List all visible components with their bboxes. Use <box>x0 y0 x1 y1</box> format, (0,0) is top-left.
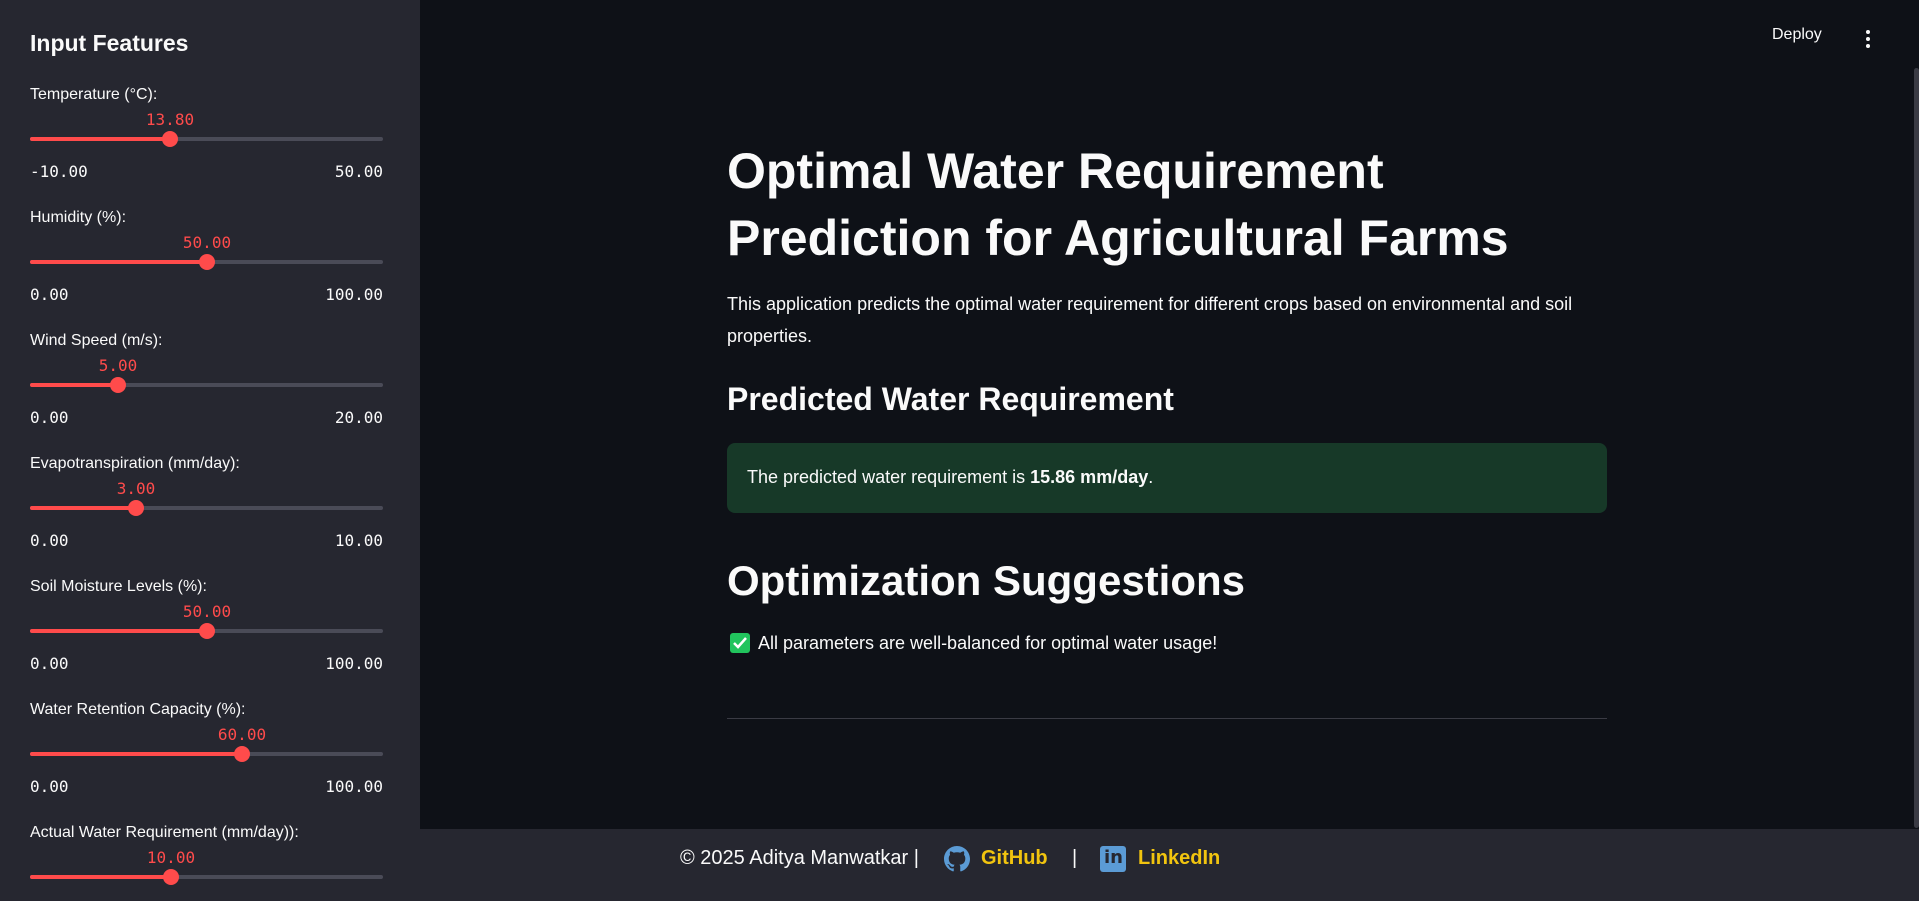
check-icon <box>730 633 750 653</box>
slider-label: Evapotranspiration (mm/day): <box>30 455 240 472</box>
slider-max: 10.00 <box>334 531 383 550</box>
slider-thumb[interactable] <box>163 869 179 885</box>
slider-6: Actual Water Requirement (mm/day)): 10.00 <box>30 824 383 901</box>
github-link[interactable]: GitHub <box>981 847 1048 870</box>
slider-value: 50.00 <box>182 602 232 621</box>
slider-fill <box>30 383 118 387</box>
slider-label: Humidity (%): <box>30 209 127 226</box>
linkedin-icon[interactable]: in <box>1100 846 1126 872</box>
suggestion-text: All parameters are well-balanced for opt… <box>758 633 1218 653</box>
prediction-header: Predicted Water Requirement <box>727 381 1174 417</box>
slider-label: Temperature (°C): <box>30 86 158 103</box>
prediction-suffix: . <box>1148 467 1154 487</box>
slider-fill <box>30 875 171 879</box>
scrollbar[interactable] <box>1914 68 1919 828</box>
footer-copyright: © 2025 Aditya Manwatkar | <box>680 847 919 869</box>
slider-fill <box>30 506 136 510</box>
sidebar: Input Features Temperature (°C): 13.80 -10… <box>0 0 420 901</box>
slider-label: Soil Moisture Levels (%): <box>30 578 207 595</box>
slider-min: 0.00 <box>30 285 69 304</box>
sidebar-title: Input Features <box>30 30 189 56</box>
slider-value: 50.00 <box>182 233 232 252</box>
prediction-value: 15.86 mm/day <box>1030 467 1149 487</box>
slider-label: Wind Speed (m/s): <box>30 332 163 349</box>
slider-min: 0.00 <box>30 777 69 796</box>
app-description: This application predicts the optimal wa… <box>727 294 1573 346</box>
slider-track[interactable] <box>30 869 383 885</box>
slider-track[interactable] <box>30 623 383 639</box>
slider-fill <box>30 260 207 264</box>
linkedin-link[interactable]: LinkedIn <box>1138 847 1220 870</box>
slider-label: Water Retention Capacity (%): <box>30 701 246 718</box>
slider-thumb[interactable] <box>162 131 178 147</box>
slider-4: Soil Moisture Levels (%): 50.00 0.00 100.00 <box>30 578 383 688</box>
slider-fill <box>30 137 170 141</box>
slider-1: Humidity (%): 50.00 0.00 100.00 <box>30 209 383 319</box>
slider-max: 20.00 <box>334 408 383 427</box>
slider-thumb[interactable] <box>128 500 144 516</box>
slider-track[interactable] <box>30 377 383 393</box>
slider-3: Evapotranspiration (mm/day): 3.00 0.00 10.0… <box>30 455 383 565</box>
prediction-result-text: The predicted water requirement is 15.86… <box>747 467 1153 488</box>
slider-min: 0.00 <box>30 654 69 673</box>
footer-separator: | <box>1072 847 1078 869</box>
slider-value: 10.00 <box>146 848 196 867</box>
divider <box>727 718 1607 719</box>
slider-min: 0.00 <box>30 408 69 427</box>
slider-max: 100.00 <box>325 654 383 673</box>
prediction-prefix: The predicted water requirement is <box>747 467 1031 487</box>
slider-max: 100.00 <box>325 777 383 796</box>
slider-track[interactable] <box>30 254 383 270</box>
footer: © 2025 Aditya Manwatkar | GitHub | in Li… <box>420 829 1919 901</box>
slider-thumb[interactable] <box>234 746 250 762</box>
prediction-result-box: The predicted water requirement is 15.86… <box>727 443 1607 513</box>
slider-thumb[interactable] <box>199 254 215 270</box>
slider-value: 13.80 <box>145 110 195 129</box>
slider-label: Actual Water Requirement (mm/day)): <box>30 824 299 841</box>
slider-5: Water Retention Capacity (%): 60.00 0.00 10… <box>30 701 383 811</box>
github-icon[interactable] <box>944 846 970 872</box>
slider-fill <box>30 752 242 756</box>
slider-thumb[interactable] <box>199 623 215 639</box>
slider-min: -10.00 <box>30 162 88 181</box>
slider-max: 100.00 <box>325 285 383 304</box>
more-menu-icon[interactable] <box>1865 30 1871 48</box>
deploy-button[interactable]: Deploy <box>1772 26 1822 44</box>
slider-max: 50.00 <box>334 162 383 181</box>
slider-2: Wind Speed (m/s): 5.00 0.00 20.00 <box>30 332 383 442</box>
slider-0: Temperature (°C): 13.80 -10.00 50.00 <box>30 86 383 196</box>
slider-value: 3.00 <box>116 479 156 498</box>
suggestions-header: Optimization Suggestions <box>727 557 1246 604</box>
slider-fill <box>30 629 207 633</box>
slider-track[interactable] <box>30 131 383 147</box>
slider-track[interactable] <box>30 746 383 762</box>
slider-min: 0.00 <box>30 531 69 550</box>
slider-track[interactable] <box>30 500 383 516</box>
slider-value: 5.00 <box>98 356 138 375</box>
slider-value: 60.00 <box>217 725 267 744</box>
page-title: Optimal Water Requirement Prediction for… <box>727 143 1509 266</box>
slider-thumb[interactable] <box>110 377 126 393</box>
